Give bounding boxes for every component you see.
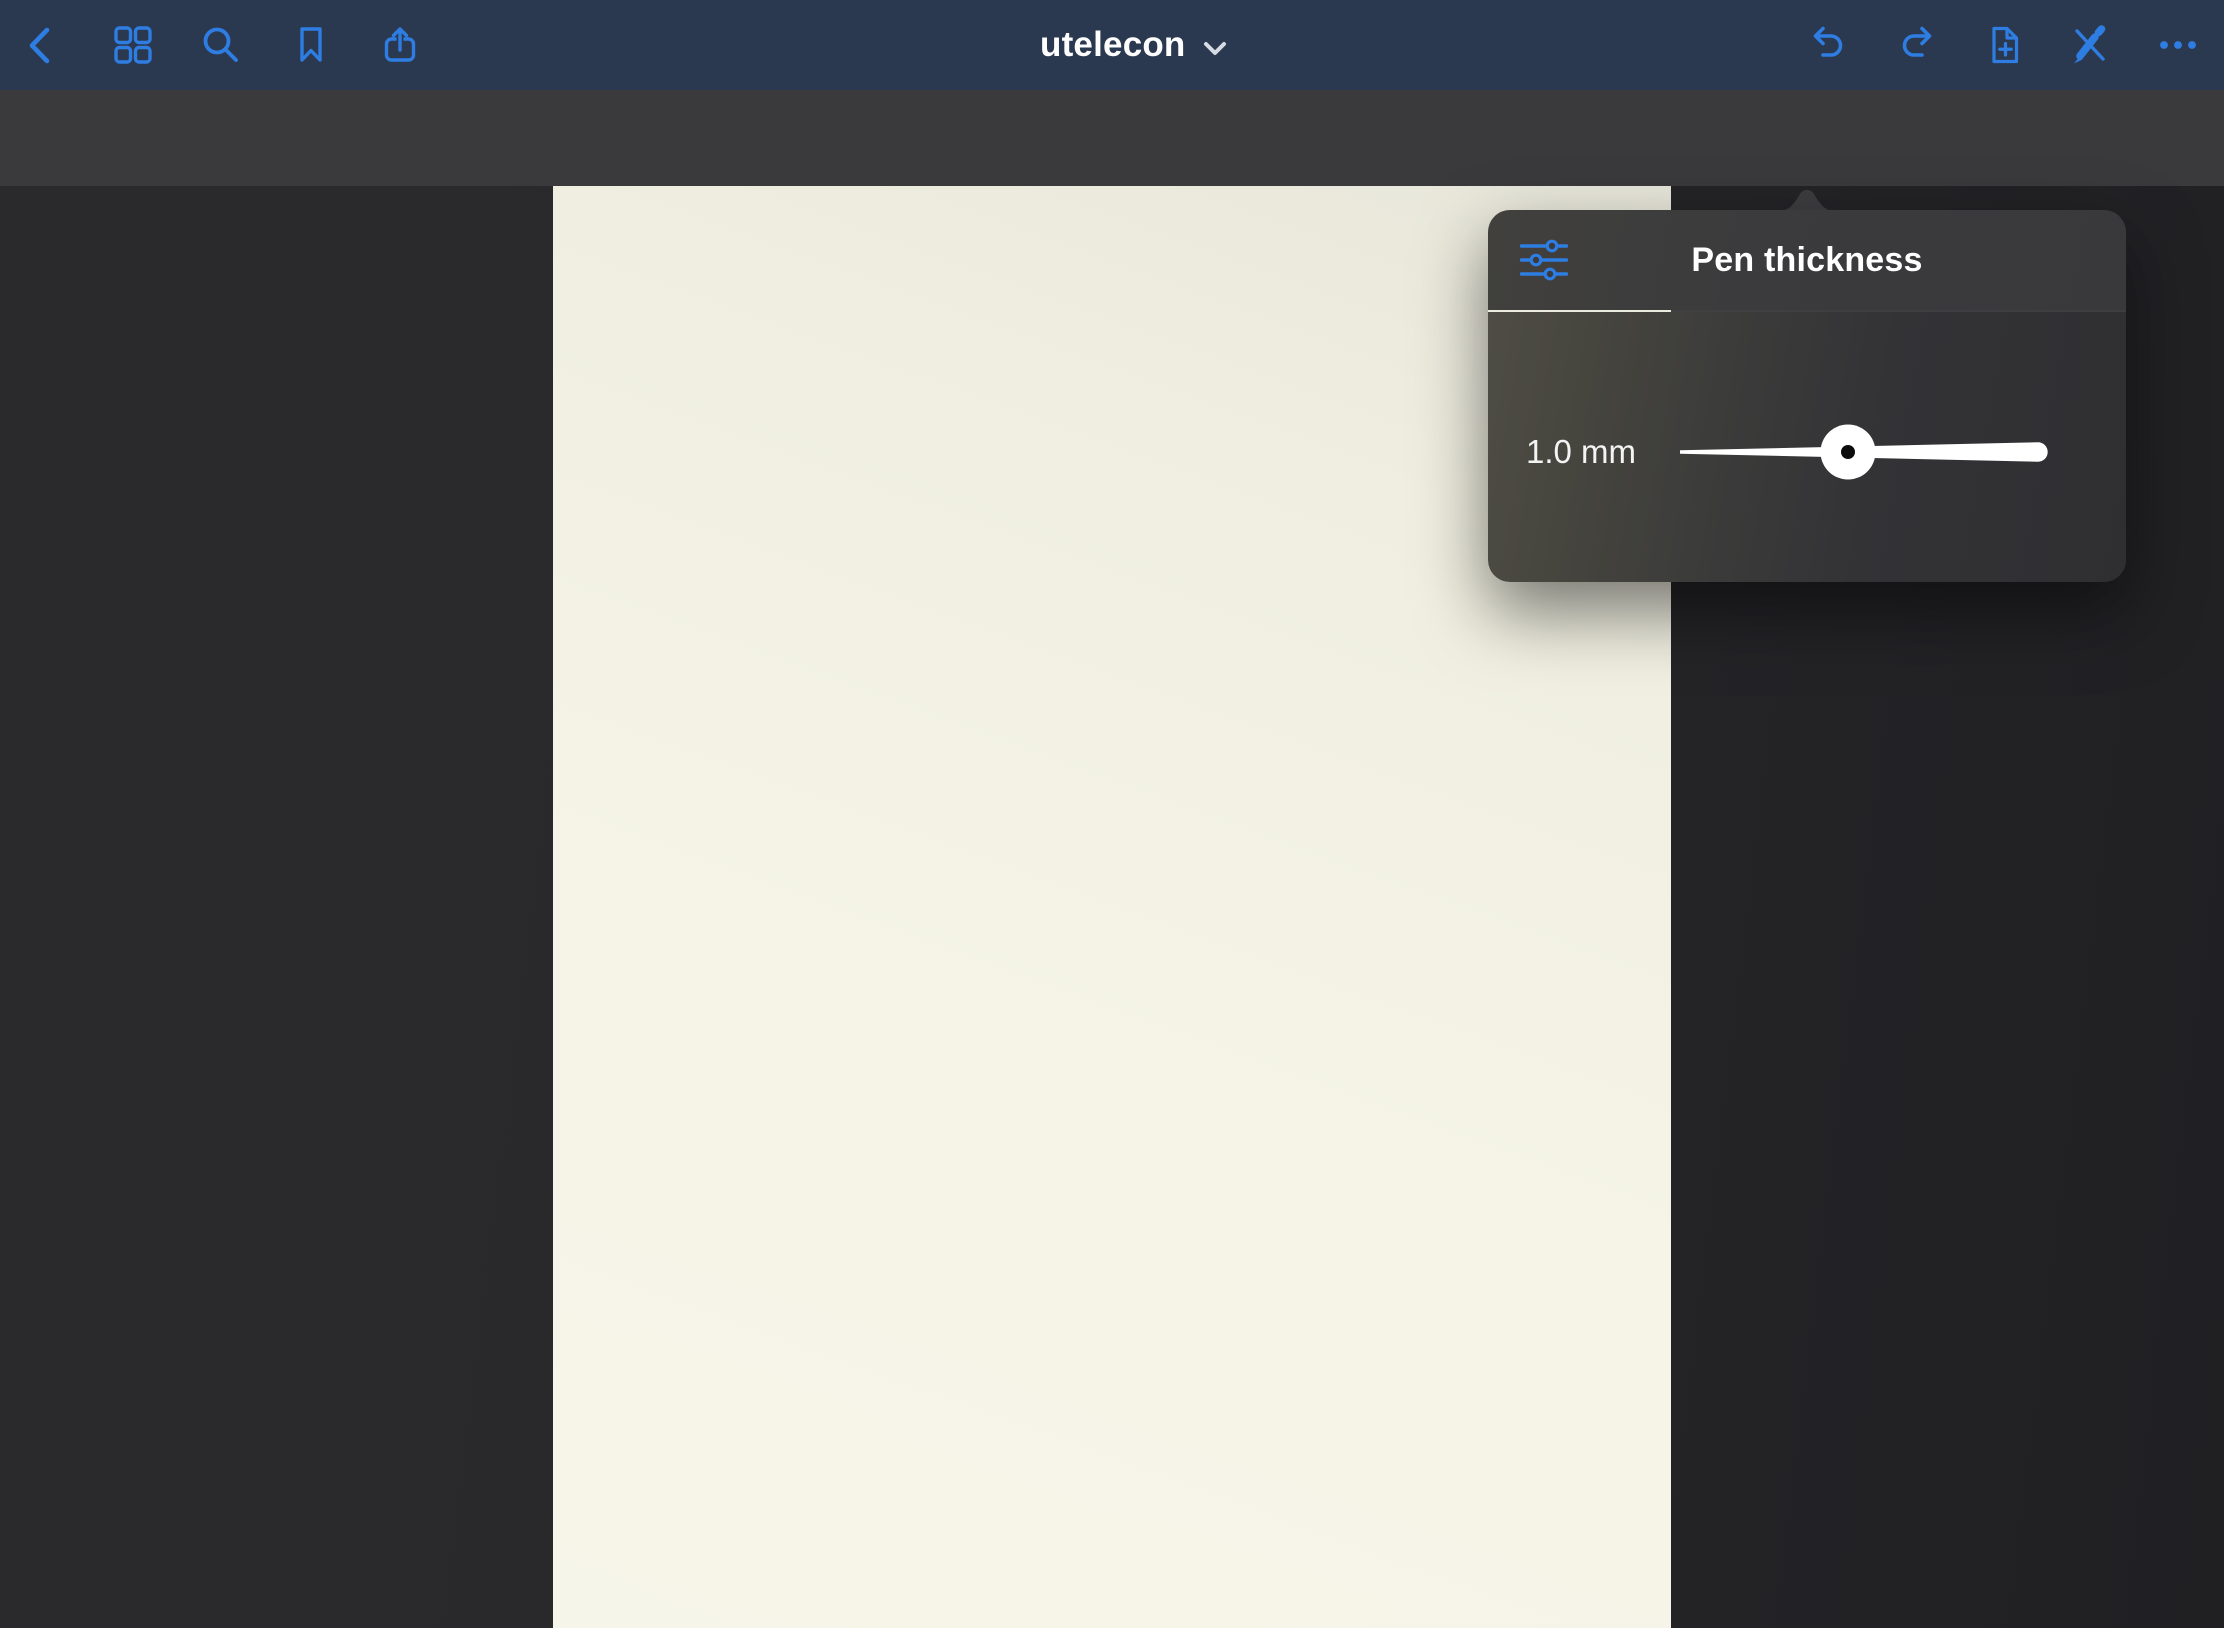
add-page-button[interactable] [1983, 23, 2027, 67]
goodnotes-app: utelecon [0, 0, 2224, 1628]
pages-overview-button[interactable] [111, 23, 155, 67]
document-title: utelecon [1040, 25, 1186, 65]
bookmark-button[interactable] [289, 23, 333, 67]
chevron-left-icon [20, 23, 64, 67]
thickness-slider[interactable] [1678, 420, 2060, 484]
search-icon [199, 23, 243, 67]
stylus-mode-button[interactable] [2068, 23, 2112, 67]
popover-header: Pen thickness [1488, 210, 2126, 310]
tools-bar: a [0, 90, 2224, 186]
share-button[interactable] [378, 23, 422, 67]
settings-sliders-icon[interactable] [1520, 239, 1568, 281]
search-button[interactable] [199, 23, 243, 67]
popover-arrow [1779, 186, 1835, 211]
add-page-icon [1983, 23, 2027, 67]
slider-knob-dot [1841, 445, 1855, 459]
top-navigation-bar: utelecon [0, 0, 2224, 90]
thickness-value-label: 1.0 mm [1526, 433, 1636, 471]
ellipsis-icon [2156, 23, 2200, 67]
stylus-x-icon [2068, 23, 2112, 67]
share-icon [378, 23, 422, 67]
bookmark-icon [289, 23, 333, 67]
more-button[interactable] [2156, 23, 2200, 67]
document-title-button[interactable]: utelecon [1040, 0, 1228, 90]
back-button[interactable] [20, 23, 64, 67]
undo-button[interactable] [1806, 23, 1850, 67]
pen-thickness-popover: Pen thickness 1.0 mm [1488, 210, 2126, 582]
undo-icon [1806, 23, 1850, 67]
redo-button[interactable] [1895, 23, 1939, 67]
popover-body: 1.0 mm [1488, 312, 2126, 582]
grid-icon [111, 23, 155, 67]
redo-icon [1895, 23, 1939, 67]
title-chevron-down-icon [1202, 32, 1228, 58]
popover-title: Pen thickness [1488, 241, 2126, 280]
